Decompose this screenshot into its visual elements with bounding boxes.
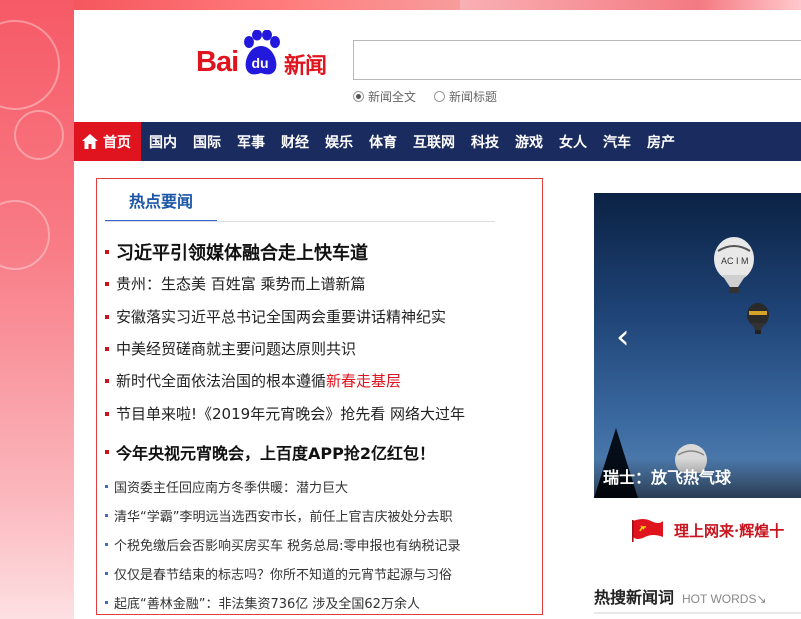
logo-du-text: du	[251, 55, 269, 71]
radio-title-label: 新闻标题	[449, 90, 498, 104]
radio-full-text[interactable]: 新闻全文	[353, 88, 416, 105]
logo-bai-text: Bai	[196, 46, 239, 78]
bullet-icon	[105, 250, 109, 254]
baidu-news-logo[interactable]: Bai du 新闻	[196, 30, 346, 80]
hot-air-balloon-image	[747, 303, 769, 334]
radio-full-text-label: 新闻全文	[368, 90, 417, 104]
nav-internet[interactable]: 互联网	[405, 122, 463, 161]
news-headline[interactable]: 起底“善林金融”：非法集资736亿 涉及全国62万余人	[114, 593, 420, 612]
bullet-icon	[105, 572, 108, 575]
news-headline[interactable]: 中美经贸磋商就主要问题达原则共识	[116, 338, 356, 359]
news-headline[interactable]: 安徽落实习近平总书记全国两会重要讲话精神纪实	[116, 306, 446, 327]
bullet-icon	[105, 346, 109, 351]
news-headline[interactable]: 清华“学霸”李明远当选西安市长，前任上官吉庆被处分去职	[114, 506, 452, 525]
party-flag-icon	[632, 519, 663, 542]
news-tag-link[interactable]: 新春走基层	[326, 370, 401, 391]
nav-entertainment[interactable]: 娱乐	[317, 122, 361, 161]
bullet-icon	[105, 450, 109, 454]
festive-left-background	[0, 0, 74, 619]
radio-full-text-dot[interactable]	[353, 91, 364, 102]
news-headline[interactable]: 节目单来啦!《2019年元宵晚会》抢先看 网络大过年	[116, 403, 465, 424]
nav-home-label: 首页	[103, 134, 131, 151]
nav-games[interactable]: 游戏	[507, 122, 551, 161]
list-item[interactable]: 起底“善林金融”：非法集资736亿 涉及全国62万余人	[105, 593, 420, 612]
hot-news-divider	[105, 221, 495, 222]
list-item[interactable]: 安徽落实习近平总书记全国两会重要讲话精神纪实	[105, 306, 446, 327]
search-input[interactable]	[353, 40, 801, 80]
news-headline[interactable]: 仅仅是春节结束的标志吗？你所不知道的元宵节起源与习俗	[114, 564, 452, 583]
photo-carousel[interactable]: AC I M ‹ 瑞士：放飞热气球	[594, 193, 801, 498]
bullet-icon	[105, 411, 109, 416]
party-banner-link[interactable]: 理上网来·辉煌十	[631, 517, 784, 543]
list-item[interactable]: 国资委主任回应南方冬季供暖：潜力巨大	[105, 477, 348, 496]
nav-international[interactable]: 国际	[185, 122, 229, 161]
hot-air-balloon-image: AC I M	[714, 237, 754, 293]
nav-women[interactable]: 女人	[551, 122, 595, 161]
logo-news-text: 新闻	[284, 54, 327, 79]
tab-hot-news[interactable]: 热点要闻	[105, 179, 217, 222]
news-headline[interactable]: 新时代全面依法治国的根本遵循	[116, 370, 326, 391]
nav-military[interactable]: 军事	[229, 122, 273, 161]
banner-text: 理上网来·辉煌十	[674, 521, 785, 540]
list-item[interactable]: 贵州：生态美 百姓富 乘势而上谱新篇	[105, 273, 366, 294]
news-headline[interactable]: 习近平引领媒体融合走上快车道	[116, 239, 368, 265]
hot-news-panel: 热点要闻 习近平引领媒体融合走上快车道 贵州：生态美 百姓富 乘势而上谱新篇 安…	[96, 178, 543, 615]
news-headline[interactable]: 贵州：生态美 百姓富 乘势而上谱新篇	[116, 273, 366, 294]
hot-words-title: 热搜新闻词	[594, 588, 675, 607]
bullet-icon	[105, 543, 108, 546]
hot-words-subtitle: HOT WORDS↘	[682, 592, 767, 606]
bullet-icon	[105, 485, 108, 488]
bullet-icon	[105, 378, 109, 383]
bullet-icon	[105, 601, 108, 604]
carousel-prev-button[interactable]: ‹	[616, 317, 630, 357]
news-headline[interactable]: 今年央视元宵晚会，上百度APP抢2亿红包！	[116, 440, 435, 464]
bullet-icon	[105, 314, 109, 319]
nav-auto[interactable]: 汽车	[595, 122, 639, 161]
list-item[interactable]: 新时代全面依法治国的根本遵循 新春走基层	[105, 370, 401, 391]
news-headline[interactable]: 国资委主任回应南方冬季供暖：潜力巨大	[114, 477, 348, 496]
list-item[interactable]: 清华“学霸”李明远当选西安市长，前任上官吉庆被处分去职	[105, 506, 452, 525]
svg-text:AC I M: AC I M	[721, 256, 749, 266]
hot-words-header: 热搜新闻词 HOT WORDS↘	[594, 584, 767, 608]
list-item[interactable]: 仅仅是春节结束的标志吗？你所不知道的元宵节起源与习俗	[105, 564, 452, 583]
radio-title[interactable]: 新闻标题	[434, 88, 497, 105]
nav-sports[interactable]: 体育	[361, 122, 405, 161]
radio-title-dot[interactable]	[434, 91, 446, 102]
news-headline[interactable]: 个税免缴后会否影响买房买车 税务总局:零申报也有纳税记录	[114, 535, 461, 554]
home-icon	[82, 134, 98, 149]
nav-tech[interactable]: 科技	[463, 122, 507, 161]
list-item[interactable]: 中美经贸磋商就主要问题达原则共识	[105, 338, 356, 359]
list-item[interactable]: 今年央视元宵晚会，上百度APP抢2亿红包！	[105, 440, 435, 464]
nav-finance[interactable]: 财经	[273, 122, 317, 161]
bullet-icon	[105, 514, 108, 517]
nav-domestic[interactable]: 国内	[141, 122, 185, 161]
nav-home[interactable]: 首页	[74, 122, 141, 161]
list-item[interactable]: 个税免缴后会否影响买房买车 税务总局:零申报也有纳税记录	[105, 535, 461, 554]
search-scope-options: 新闻全文 新闻标题	[353, 88, 497, 105]
nav-realestate[interactable]: 房产	[639, 122, 683, 161]
carousel-caption[interactable]: 瑞士：放飞热气球	[603, 464, 731, 488]
bullet-icon	[105, 281, 109, 286]
list-item[interactable]: 节目单来啦!《2019年元宵晚会》抢先看 网络大过年	[105, 403, 465, 424]
hot-words-divider	[594, 612, 801, 614]
main-nav: 首页 国内 国际 军事 财经 娱乐 体育 互联网 科技 游戏 女人 汽车 房产	[74, 122, 801, 161]
list-item[interactable]: 习近平引领媒体融合走上快车道	[105, 239, 368, 265]
